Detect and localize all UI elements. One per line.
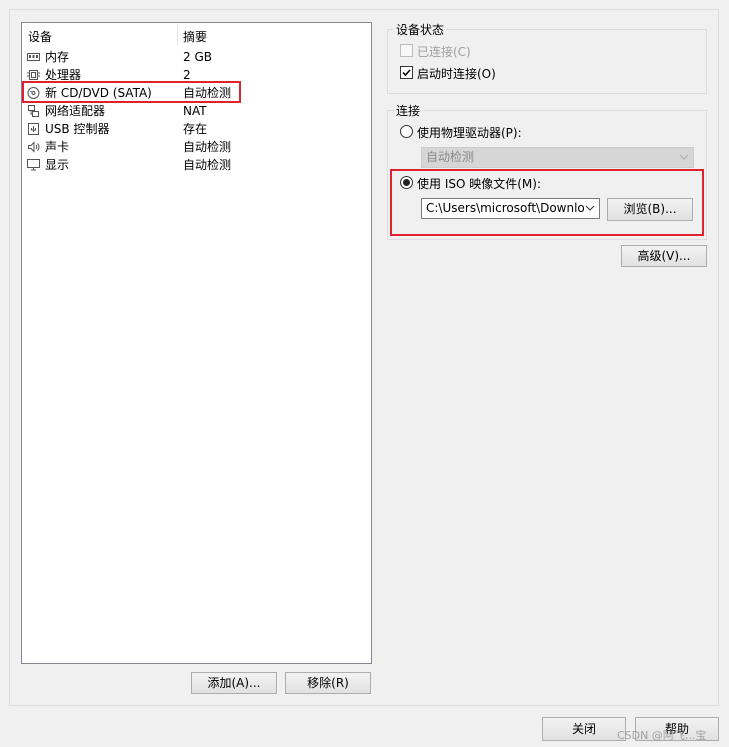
device-name: 网络适配器 — [45, 104, 106, 118]
physical-drive-label: 使用物理驱动器(P): — [417, 126, 522, 140]
remove-hardware-button[interactable]: 移除(R) — [285, 672, 371, 694]
connect-at-power-on-checkbox[interactable] — [400, 66, 413, 79]
close-button[interactable]: 关闭 — [542, 717, 626, 741]
checkmark-icon — [402, 69, 411, 77]
device-summary: 2 GB — [183, 50, 212, 64]
device-row-display[interactable]: 显示 自动检测 — [25, 156, 369, 174]
device-row-network-adapter[interactable]: 网络适配器 NAT — [25, 102, 369, 120]
device-status-group — [387, 29, 707, 94]
physical-drive-select[interactable]: 自动检测 — [421, 147, 694, 168]
usb-icon — [28, 123, 39, 135]
highlight-iso-option — [390, 169, 704, 236]
physical-drive-value: 自动检测 — [426, 150, 475, 164]
device-name: USB 控制器 — [45, 122, 110, 136]
display-icon — [27, 159, 40, 171]
device-summary: 自动检测 — [183, 158, 232, 172]
advanced-button[interactable]: 高级(V)... — [621, 245, 707, 267]
connection-title: 连接 — [394, 102, 423, 119]
device-list[interactable]: 设备 摘要 内存 2 GB 处理器 2 新 CD/DVD (SATA) 自动检测… — [21, 22, 372, 664]
chevron-down-icon — [679, 154, 689, 160]
device-summary: NAT — [183, 104, 207, 118]
device-name: 声卡 — [45, 140, 70, 154]
device-summary: 存在 — [183, 122, 208, 136]
device-row-usb-controller[interactable]: USB 控制器 存在 — [25, 120, 369, 138]
add-hardware-button[interactable]: 添加(A)... — [191, 672, 277, 694]
device-row-memory[interactable]: 内存 2 GB — [25, 48, 369, 66]
device-row-sound-card[interactable]: 声卡 自动检测 — [25, 138, 369, 156]
device-status-title: 设备状态 — [394, 21, 447, 38]
summary-column-header[interactable]: 摘要 — [183, 28, 207, 45]
device-name: 显示 — [45, 158, 70, 172]
watermark: CSDN @阿飞...宝 — [617, 729, 707, 742]
processor-icon — [27, 70, 40, 80]
physical-drive-radio[interactable] — [400, 125, 413, 138]
column-divider — [177, 25, 178, 45]
connect-at-power-on-label: 启动时连接(O) — [417, 67, 496, 81]
device-summary: 自动检测 — [183, 140, 232, 154]
sound-card-icon — [28, 141, 40, 153]
highlight-selected-device — [22, 81, 241, 103]
network-adapter-icon — [28, 105, 39, 117]
connected-checkbox[interactable] — [400, 44, 413, 57]
connected-label: 已连接(C) — [417, 45, 471, 59]
device-name: 内存 — [45, 50, 70, 64]
memory-icon — [27, 53, 40, 61]
device-column-header[interactable]: 设备 — [28, 28, 52, 45]
